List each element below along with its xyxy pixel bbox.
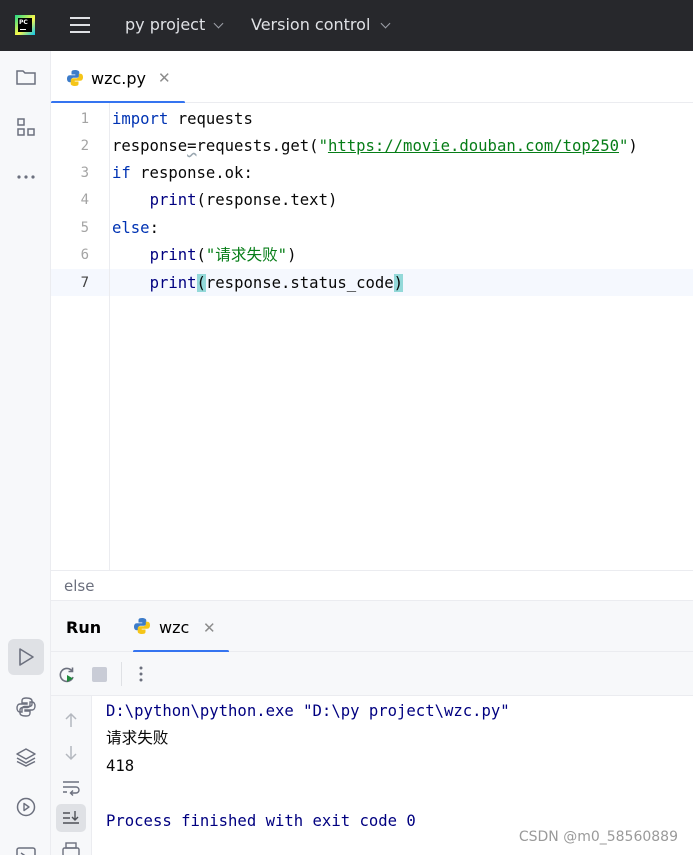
code-token: response.status_code (205, 274, 394, 292)
code-line-2: response=requests.get("https://movie.dou… (112, 137, 638, 155)
print-icon[interactable] (61, 841, 81, 855)
scroll-to-end-icon[interactable] (56, 804, 86, 832)
line-number: 4 (80, 192, 89, 208)
code-line-6: print("请求失败") (112, 246, 297, 264)
logo-text: PC (19, 19, 28, 26)
code-token: print (149, 274, 197, 292)
run-panel-header: Run wzc ✕ (51, 601, 693, 653)
code-line-3: if response.ok: (112, 164, 253, 182)
arrow-down-icon[interactable] (61, 743, 81, 763)
line-number: 6 (80, 247, 89, 263)
left-tool-window-bar (0, 51, 51, 855)
services-icon[interactable] (8, 789, 44, 825)
code-token: response (112, 137, 188, 155)
terminal-icon[interactable] (8, 837, 44, 855)
code-token: (response.text) (196, 191, 338, 209)
code-token: print (149, 191, 197, 209)
code-token: print (149, 246, 197, 264)
arrow-up-icon[interactable] (61, 710, 81, 730)
run-panel-title: Run (66, 618, 102, 637)
line-number: 3 (80, 165, 89, 181)
code-token: ) (628, 137, 638, 155)
code-token: = (187, 137, 197, 155)
more-icon[interactable] (8, 159, 44, 195)
close-icon[interactable]: ✕ (158, 69, 171, 87)
python-console-icon[interactable] (8, 689, 44, 725)
line-number: 7 (80, 275, 89, 291)
structure-icon[interactable] (8, 109, 44, 145)
url-link[interactable]: https://movie.douban.com/top250 (328, 137, 619, 155)
tab-wzc-py[interactable]: wzc.py ✕ (51, 51, 185, 104)
python-file-icon (134, 618, 150, 634)
brace-match: ( (196, 274, 206, 292)
console-line: D:\python\python.exe "D:\py project\wzc.… (106, 702, 510, 720)
line-number-gutter: 1 2 3 4 5 6 7 (51, 103, 110, 570)
toolbar-separator (121, 662, 122, 686)
code-token: ) (287, 246, 297, 264)
run-icon[interactable] (8, 639, 44, 675)
run-toolbar (51, 652, 693, 696)
code-token: response.ok: (130, 164, 253, 182)
console-line: 418 (106, 757, 135, 775)
vcs-selector[interactable]: Version control (251, 16, 370, 34)
folder-icon[interactable] (8, 59, 44, 95)
code-token: requests (168, 110, 253, 128)
console-line: Process finished with exit code 0 (106, 812, 416, 830)
code-editor[interactable]: 1 2 3 4 5 6 7 import requests response=r… (51, 103, 693, 570)
code-token: " (619, 137, 629, 155)
hamburger-menu-icon[interactable] (70, 15, 90, 35)
code-token: "请求失败" (205, 246, 288, 264)
code-line-5: else: (112, 219, 159, 237)
code-token: else (112, 219, 150, 237)
code-token: import (112, 110, 169, 128)
python-file-icon (67, 70, 83, 86)
project-selector[interactable]: py project (125, 16, 205, 34)
watermark: CSDN @m0_58560889 (518, 829, 678, 845)
rerun-icon[interactable] (57, 665, 77, 685)
breadcrumb: else (51, 570, 693, 601)
chevron-down-icon[interactable] (380, 18, 391, 29)
code-token: if (112, 164, 131, 182)
title-bar: PC py project Version control (0, 0, 693, 51)
brace-match: ) (393, 274, 404, 292)
code-line-4: print(response.text) (112, 191, 338, 209)
chevron-down-icon[interactable] (213, 18, 224, 29)
console-line: 请求失败 (106, 729, 169, 747)
code-line-7: print(response.status_code) (112, 274, 404, 292)
tab-label: wzc.py (91, 69, 146, 88)
stop-icon[interactable] (92, 667, 107, 682)
run-tab-label: wzc (159, 618, 190, 637)
code-token: ( (196, 246, 206, 264)
code-token: : (149, 219, 159, 237)
line-number: 1 (80, 111, 89, 127)
soft-wrap-icon[interactable] (61, 777, 81, 797)
line-number: 2 (80, 138, 89, 154)
close-icon[interactable]: ✕ (203, 619, 216, 637)
layers-icon[interactable] (8, 739, 44, 775)
pycharm-logo-icon[interactable]: PC (15, 15, 35, 35)
line-number: 5 (80, 220, 89, 236)
run-tab-wzc[interactable]: wzc ✕ (133, 601, 229, 653)
code-line-1: import requests (112, 110, 253, 128)
code-token: " (318, 137, 328, 155)
run-side-toolbar (51, 696, 92, 855)
editor-tabs-bar: wzc.py ✕ (51, 51, 693, 104)
kebab-menu-icon[interactable] (132, 664, 150, 684)
code-token: requests.get( (196, 137, 319, 155)
breadcrumb-item[interactable]: else (64, 577, 94, 595)
